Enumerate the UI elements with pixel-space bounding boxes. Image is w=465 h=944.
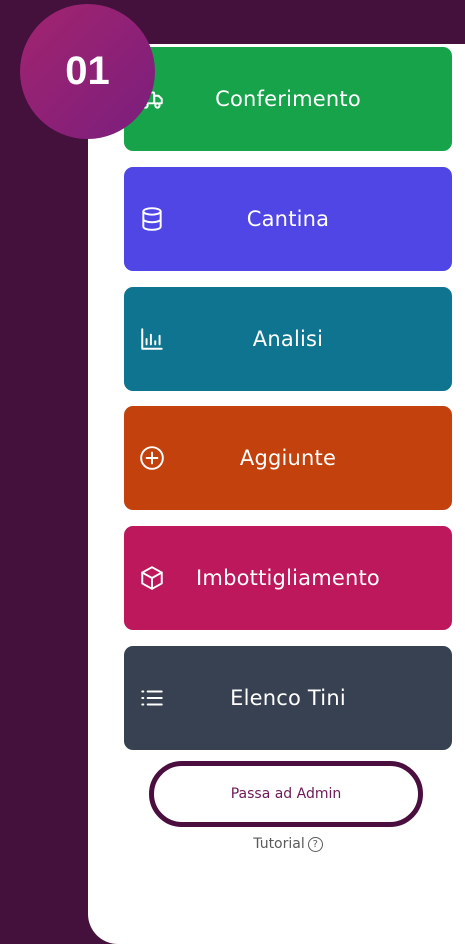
cantina-label: Cantina xyxy=(246,207,330,231)
tutorial-label: Tutorial xyxy=(253,836,305,852)
imbottigliamento-button[interactable]: Imbottigliamento xyxy=(124,526,452,630)
tutorial-link[interactable]: Tutorial? xyxy=(124,836,452,852)
aggiunte-button[interactable]: Aggiunte xyxy=(124,406,452,510)
admin-button-label: Passa ad Admin xyxy=(230,786,342,802)
imbottigliamento-label: Imbottigliamento xyxy=(196,566,380,590)
elenco-tini-label: Elenco Tini xyxy=(230,686,346,710)
step-badge: 01 xyxy=(20,4,155,139)
aggiunte-label: Aggiunte xyxy=(239,446,337,470)
cantina-button[interactable]: Cantina xyxy=(124,167,452,271)
conferimento-button[interactable]: Conferimento xyxy=(124,47,452,151)
help-icon: ? xyxy=(307,837,323,852)
elenco-tini-button[interactable]: Elenco Tini xyxy=(124,646,452,750)
bar-chart-icon xyxy=(138,325,166,353)
list-icon xyxy=(138,684,166,712)
conferimento-label: Conferimento xyxy=(215,87,361,111)
step-number: 01 xyxy=(65,49,110,93)
switch-to-admin-button[interactable]: Passa ad Admin xyxy=(149,761,423,827)
box-icon xyxy=(138,564,166,592)
database-icon xyxy=(138,205,166,233)
analisi-label: Analisi xyxy=(252,327,324,351)
analisi-button[interactable]: Analisi xyxy=(124,287,452,391)
plus-circle-icon xyxy=(138,444,166,472)
